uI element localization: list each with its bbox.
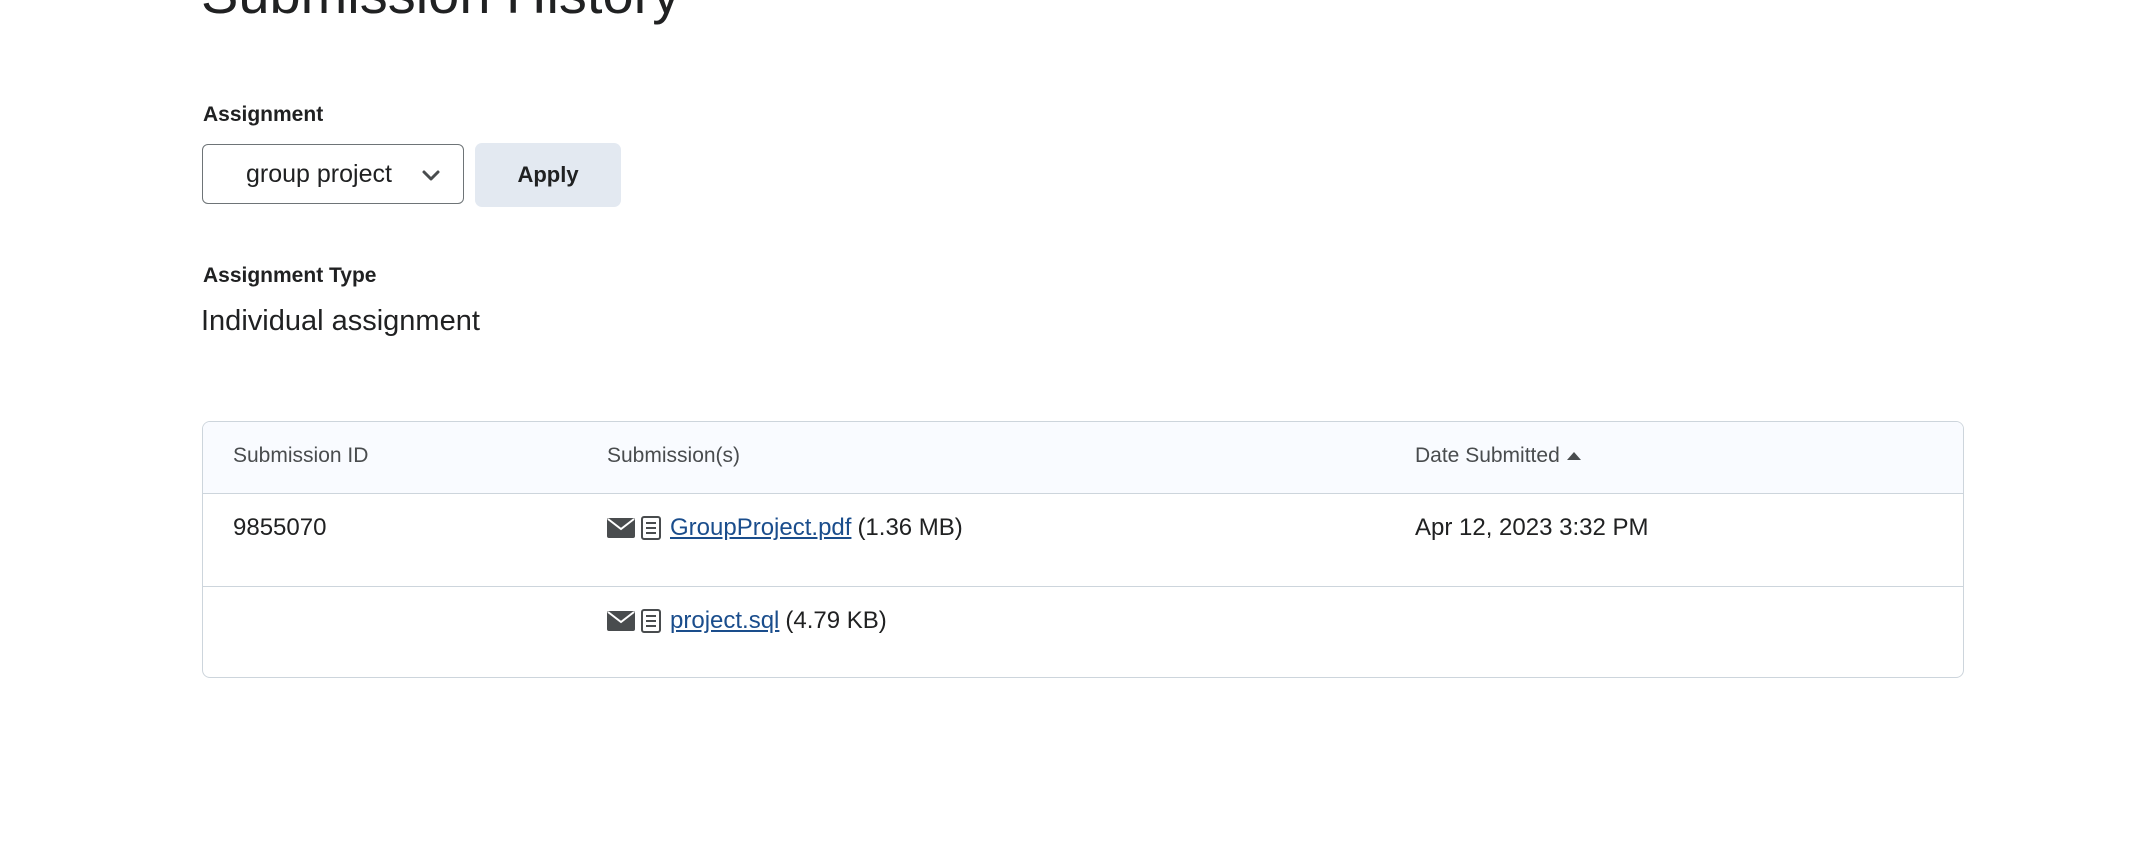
file-link[interactable]: GroupProject.pdf [670, 514, 851, 542]
table-header: Submission ID Submission(s) Date Submitt… [203, 422, 1963, 494]
header-date-submitted[interactable]: Date Submitted [1415, 444, 1581, 468]
assignment-select-value: group project [246, 159, 392, 188]
submission-history-page: Submission History Assignment group proj… [0, 0, 2145, 862]
assignment-select[interactable]: group project [202, 144, 464, 204]
header-submissions: Submission(s) [607, 444, 741, 467]
file-icon [641, 609, 661, 633]
header-submission-id: Submission ID [233, 444, 369, 467]
submission-file-cell: GroupProject.pdf (1.36 MB) [607, 514, 963, 542]
sort-ascending-icon [1566, 452, 1581, 460]
assignment-type-value: Individual assignment [201, 305, 480, 337]
header-date-submitted-label: Date Submitted [1415, 444, 1560, 467]
submission-id-cell: 9855070 [233, 514, 327, 541]
file-size: (1.36 MB) [857, 514, 963, 541]
submissions-table: Submission ID Submission(s) Date Submitt… [202, 421, 1964, 678]
mail-icon [607, 517, 635, 539]
file-size: (4.79 KB) [785, 607, 887, 634]
chevron-down-icon [421, 165, 441, 185]
table-row: 9855070 GroupProject.pdf (1.36 MB) Apr 1… [203, 494, 1963, 587]
submission-file-cell: project.sql (4.79 KB) [607, 607, 887, 635]
table-row: project.sql (4.79 KB) [203, 587, 1963, 677]
date-submitted-cell: Apr 12, 2023 3:32 PM [1415, 514, 1649, 541]
mail-icon [607, 610, 635, 632]
file-link[interactable]: project.sql [670, 607, 779, 635]
assignment-type-label: Assignment Type [203, 264, 377, 287]
file-icon [641, 516, 661, 540]
apply-button[interactable]: Apply [475, 143, 621, 207]
assignment-label: Assignment [203, 103, 324, 126]
page-title: Submission History [201, 0, 680, 24]
